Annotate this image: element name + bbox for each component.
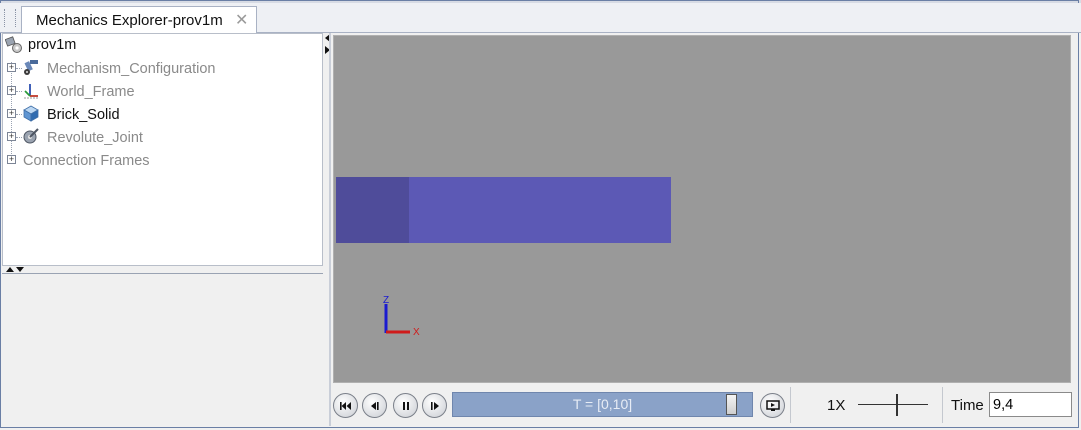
tree-item-label: World_Frame [47, 84, 135, 100]
vertical-splitter[interactable] [329, 33, 331, 426]
speed-slider-thumb[interactable] [896, 394, 898, 416]
tree-item-label: Revolute_Joint [47, 130, 143, 146]
tab-bar: Mechanics Explorer-prov1m ✕ [0, 3, 1081, 33]
step-forward-button[interactable] [422, 393, 447, 418]
panel-splitter[interactable] [2, 266, 323, 274]
splitter-arrows-icon[interactable] [4, 266, 26, 273]
tree-item-brick-solid[interactable]: + Brick_Solid [3, 104, 318, 124]
record-icon [765, 399, 780, 411]
axis-x-label: X [413, 327, 420, 338]
time-range-label: T = [0,10] [572, 396, 633, 412]
skip-to-start-icon [339, 401, 351, 410]
tab-mechanics-explorer[interactable]: Mechanics Explorer-prov1m ✕ [21, 6, 257, 33]
separator [942, 387, 943, 423]
property-panel [2, 274, 323, 426]
separator [790, 387, 791, 423]
tree-item-label: Mechanism_Configuration [47, 61, 216, 77]
expand-icon[interactable]: + [7, 109, 16, 118]
expand-icon[interactable]: + [7, 132, 16, 141]
skip-to-start-button[interactable] [333, 393, 358, 418]
close-icon[interactable]: ✕ [235, 10, 248, 30]
time-slider[interactable]: T = [0,10] [452, 392, 753, 417]
mechanism-configuration-icon [24, 60, 38, 75]
pause-icon [402, 401, 409, 410]
expand-icon[interactable]: + [7, 86, 16, 95]
tree-item-label: Connection Frames [23, 153, 150, 169]
pause-button[interactable] [393, 393, 418, 418]
tree-root-label: prov1m [28, 37, 77, 53]
world-frame-icon [24, 84, 38, 99]
axis-z-label: Z [383, 295, 389, 306]
time-slider-thumb[interactable] [726, 394, 737, 415]
step-forward-icon [430, 401, 439, 410]
mechanics-viewport[interactable]: Z X [333, 35, 1071, 383]
brick-solid-end-face [336, 177, 409, 243]
step-back-button[interactable] [362, 393, 387, 418]
model-root-icon [5, 36, 22, 53]
tree-item-label: Brick_Solid [47, 107, 120, 123]
revolute-joint-icon [23, 128, 39, 144]
axis-triad: Z X [383, 295, 420, 338]
tree-item-revolute-joint[interactable]: + Revolute_Joint [3, 127, 318, 147]
tab-title: Mechanics Explorer-prov1m [36, 12, 223, 29]
brick-solid-icon [23, 105, 39, 122]
step-back-icon [370, 401, 379, 410]
speed-slider-track[interactable] [858, 404, 928, 405]
expand-icon[interactable]: + [7, 155, 16, 164]
playback-controls: T = [0,10] 1X Time [331, 384, 1075, 426]
time-label: Time [951, 397, 984, 414]
model-tree-panel: prov1m + Mechanism_Configuration + World… [2, 33, 323, 266]
record-button[interactable] [760, 393, 785, 418]
tab-bar-grip[interactable] [4, 9, 16, 27]
brick-solid-body [409, 177, 671, 243]
tree-item-world-frame[interactable]: + World_Frame [3, 81, 318, 101]
tree-item-connection-frames[interactable]: + Connection Frames [3, 150, 318, 170]
expand-icon[interactable]: + [7, 63, 16, 72]
playback-speed-label: 1X [827, 397, 846, 414]
tree-item-mechanism-configuration[interactable]: + Mechanism_Configuration [3, 58, 318, 78]
time-input[interactable] [989, 392, 1072, 417]
